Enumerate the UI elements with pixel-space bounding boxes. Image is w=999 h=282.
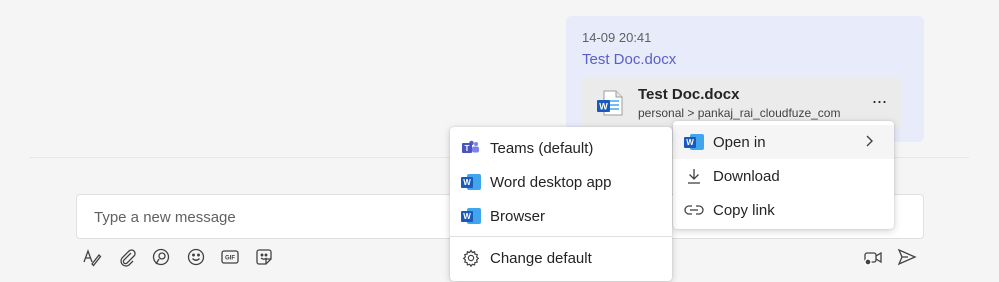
svg-text:W: W xyxy=(599,102,608,112)
submenu-item-label: Teams (default) xyxy=(490,139,594,157)
word-icon: W xyxy=(460,205,482,227)
menu-item-download[interactable]: Download xyxy=(673,159,894,193)
chevron-right-icon xyxy=(864,134,874,150)
submenu-item-label: Change default xyxy=(490,249,592,267)
word-icon: W xyxy=(683,131,705,153)
submenu-item-label: Word desktop app xyxy=(490,173,612,191)
format-icon[interactable] xyxy=(81,246,103,268)
file-path: personal > pankaj_rai_cloudfuze_com xyxy=(638,106,841,120)
link-icon xyxy=(683,199,705,221)
message-text[interactable]: Test Doc.docx xyxy=(582,51,676,68)
svg-text:GIF: GIF xyxy=(225,256,235,262)
sticker-icon[interactable] xyxy=(253,246,275,268)
menu-item-label: Copy link xyxy=(713,201,775,219)
submenu-item-label: Browser xyxy=(490,207,546,225)
svg-text:T: T xyxy=(465,144,470,153)
attach-icon[interactable] xyxy=(116,246,138,268)
teams-icon: T xyxy=(460,137,482,159)
more-options-button[interactable]: ··· xyxy=(866,90,892,116)
download-icon xyxy=(683,165,705,187)
menu-item-label: Open in xyxy=(713,133,766,151)
file-name: Test Doc.docx xyxy=(638,86,740,103)
message-input[interactable]: Type a new message xyxy=(94,209,236,226)
menu-item-open-in[interactable]: W Open in xyxy=(673,125,894,159)
menu-divider xyxy=(450,236,672,237)
menu-item-label: Download xyxy=(713,167,780,185)
submenu-item-word-desktop[interactable]: W Word desktop app xyxy=(450,165,672,199)
menu-item-copy-link[interactable]: Copy link xyxy=(673,193,894,227)
emoji-icon[interactable] xyxy=(185,246,207,268)
meet-now-icon[interactable] xyxy=(862,246,884,268)
gear-icon xyxy=(460,247,482,269)
open-in-submenu: T Teams (default) W Word desktop app W B… xyxy=(450,127,672,281)
word-file-icon: W xyxy=(596,89,624,117)
submenu-item-teams[interactable]: T Teams (default) xyxy=(450,131,672,165)
file-context-menu: W Open in Download Copy link xyxy=(673,121,894,229)
message-timestamp: 14-09 20:41 xyxy=(582,30,652,45)
gif-icon[interactable]: GIF xyxy=(219,246,241,268)
loop-icon[interactable] xyxy=(150,246,172,268)
submenu-item-browser[interactable]: W Browser xyxy=(450,199,672,233)
send-icon[interactable] xyxy=(896,246,918,268)
submenu-item-change-default[interactable]: Change default xyxy=(450,241,672,275)
word-icon: W xyxy=(460,171,482,193)
